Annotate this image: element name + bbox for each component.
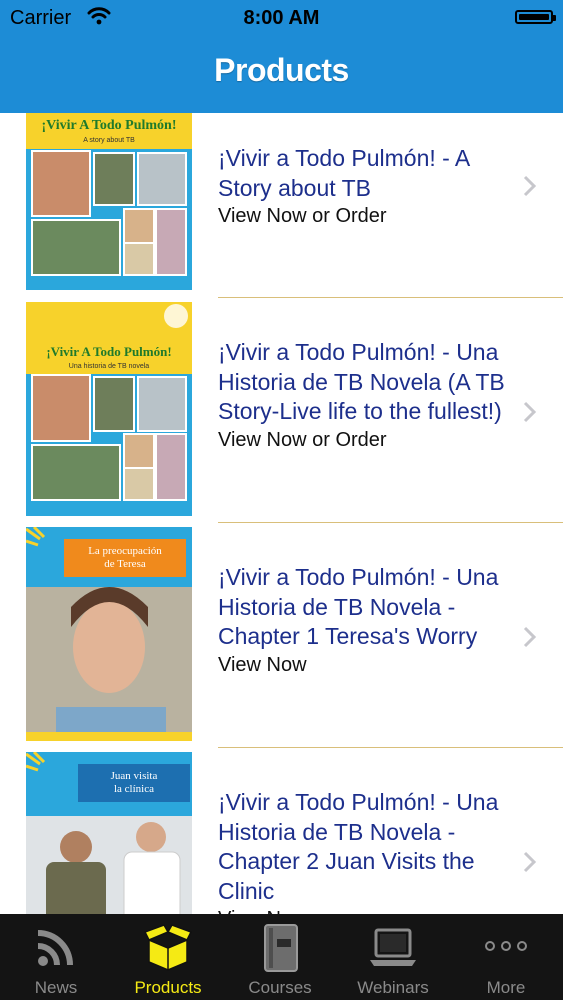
product-cover-image: ¡Vivir A Todo Pulmón! A story about TB xyxy=(26,113,192,290)
chevron-right-icon xyxy=(523,626,537,648)
news-feed-icon xyxy=(37,930,73,966)
chevron-right-icon xyxy=(523,175,537,197)
chevron-right-icon xyxy=(523,401,537,423)
tab-label: Courses xyxy=(248,978,312,997)
tab-label: News xyxy=(34,978,78,997)
tab-webinars[interactable]: Webinars xyxy=(337,914,449,1000)
product-row[interactable]: ¡Vivir A Todo Pulmón! A story about TB ¡… xyxy=(0,113,563,298)
navigation-header: Carrier 8:00 AM Products xyxy=(0,0,563,113)
cover-subheading: A story about TB xyxy=(83,137,135,144)
product-cover-image: ¡Vivir A Todo Pulmón! Una historia de TB… xyxy=(26,302,192,516)
tab-bar: News Products Courses Webinars More xyxy=(0,914,563,1000)
tab-news[interactable]: News xyxy=(0,914,112,1000)
product-title: ¡Vivir a Todo Pulmón! - Una Historia de … xyxy=(218,789,499,904)
cover-heading: ¡Vivir A Todo Pulmón! xyxy=(42,118,177,133)
product-title: ¡Vivir a Todo Pulmón! - Una Historia de … xyxy=(218,564,499,649)
tab-label: Webinars xyxy=(357,978,429,997)
product-row[interactable]: La preocupación de Teresa ¡Vivir a Todo P… xyxy=(0,523,563,748)
product-row[interactable]: Juan visita la clínica ¡Vivir a Todo Pulm… xyxy=(0,748,563,914)
clock: 8:00 AM xyxy=(243,7,320,29)
page-title: Products xyxy=(214,52,349,88)
product-title: ¡Vivir a Todo Pulmón! - Una Historia de … xyxy=(218,339,505,424)
cover-heading: ¡Vivir A Todo Pulmón! xyxy=(46,344,171,359)
tab-label: More xyxy=(486,978,526,997)
laptop-icon xyxy=(370,928,416,966)
product-cover-image: La preocupación de Teresa xyxy=(26,527,192,741)
product-action-label: View Now or Order xyxy=(218,428,387,451)
cover-subheading: Una historia de TB novela xyxy=(69,363,150,370)
tab-products[interactable]: Products xyxy=(112,914,224,1000)
more-dots-icon xyxy=(485,941,527,951)
status-bar: Carrier 8:00 AM xyxy=(0,0,563,36)
tab-more[interactable]: More xyxy=(450,914,562,1000)
product-row[interactable]: ¡Vivir A Todo Pulmón! Una historia de TB… xyxy=(0,298,563,523)
box-icon xyxy=(143,924,193,971)
battery-icon xyxy=(515,10,556,24)
product-title: ¡Vivir a Todo Pulmón! - A Story about TB xyxy=(218,145,470,201)
chevron-right-icon xyxy=(523,851,537,873)
product-action-label: View Now or Order xyxy=(218,205,387,227)
book-icon xyxy=(264,924,298,972)
product-list[interactable]: ¡Vivir A Todo Pulmón! A story about TB ¡… xyxy=(0,113,563,914)
tab-courses[interactable]: Courses xyxy=(224,914,336,1000)
product-cover-image: Juan visita la clínica xyxy=(26,752,192,914)
product-action-label: View Now xyxy=(218,653,307,676)
tab-label: Products xyxy=(134,978,202,997)
cover-heading: Juan visita la clínica xyxy=(111,770,158,795)
product-action-label: View Now xyxy=(218,906,518,914)
